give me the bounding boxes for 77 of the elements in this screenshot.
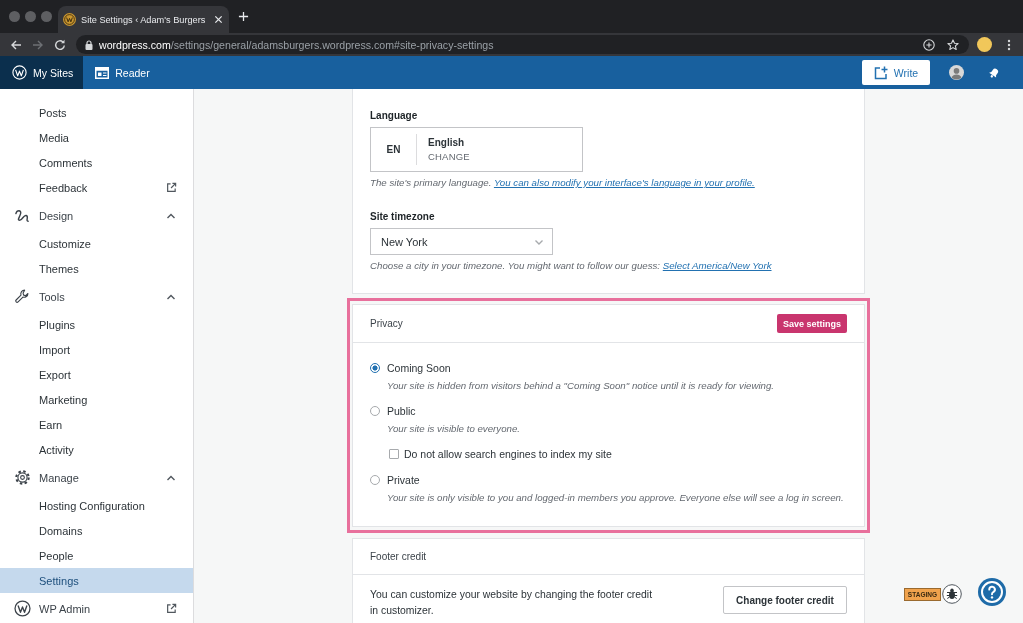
reload-icon[interactable] bbox=[54, 38, 66, 51]
write-button[interactable]: Write bbox=[862, 60, 930, 85]
change-label: CHANGE bbox=[428, 151, 470, 162]
timezone-guess-link[interactable]: Select America/New York bbox=[662, 260, 772, 271]
option-description: Your site is visible to everyone. bbox=[387, 422, 521, 436]
field-label: Site timezone bbox=[370, 210, 436, 224]
checkbox[interactable] bbox=[389, 449, 399, 459]
sidebar-item[interactable]: Plugins bbox=[0, 312, 193, 337]
sidebar-item[interactable]: Settings bbox=[0, 568, 193, 593]
card-title: Footer credit bbox=[370, 551, 427, 562]
language-code: EN bbox=[385, 144, 402, 155]
new-tab-icon[interactable] bbox=[238, 11, 250, 22]
nav-tab[interactable]: Reader bbox=[83, 56, 162, 89]
option-description: Your site is hidden from visitors behind a "Coming Soon" notice until it is ready for viewing. bbox=[387, 379, 776, 393]
help-icon[interactable] bbox=[978, 578, 1006, 606]
forward-icon[interactable] bbox=[32, 38, 44, 51]
option-description: Your site is only visible to you and logged-in members you approve. Everyone else will see a log in screen. bbox=[387, 491, 845, 505]
field-label: Language bbox=[370, 109, 419, 123]
sidebar-item[interactable]: Hosting Configuration bbox=[0, 493, 193, 518]
radio-button[interactable] bbox=[370, 363, 380, 373]
timezone-select[interactable]: New York bbox=[370, 228, 553, 255]
wordpress-logo-icon bbox=[14, 600, 31, 617]
sidebar-section-header[interactable]: Design bbox=[0, 200, 193, 231]
reader-icon bbox=[95, 66, 110, 79]
radio-button[interactable] bbox=[370, 406, 380, 416]
description-text: You can customize your website by changing the footer credit in customizer. bbox=[370, 588, 654, 618]
nav-tab[interactable]: My Sites bbox=[0, 56, 84, 89]
close-icon[interactable] bbox=[214, 15, 224, 24]
sidebar-item[interactable]: Domains bbox=[0, 518, 193, 543]
lock-icon bbox=[85, 39, 93, 50]
user-avatar-icon[interactable] bbox=[949, 65, 964, 80]
sidebar-item[interactable]: Feedback bbox=[0, 175, 193, 200]
zoom-window-icon[interactable] bbox=[41, 11, 52, 22]
sidebar-item[interactable]: Posts bbox=[0, 100, 193, 125]
star-icon[interactable] bbox=[947, 38, 959, 51]
wordpress-logo-icon bbox=[63, 13, 76, 26]
sidebar-item[interactable]: WP Admin bbox=[0, 593, 193, 623]
sidebar-item[interactable]: Activity bbox=[0, 437, 193, 462]
sidebar-section-header[interactable]: Manage bbox=[0, 462, 193, 493]
address-bar[interactable]: wordpress.com/settings/general/adamsburgers.wordpress.com#site-privacy-settings bbox=[76, 35, 969, 54]
sidebar-item[interactable]: Themes bbox=[0, 256, 193, 281]
language-picker[interactable]: EN English CHANGE bbox=[370, 127, 583, 172]
wrench-icon bbox=[14, 288, 31, 305]
sidebar-item[interactable]: Import bbox=[0, 337, 193, 362]
gear-icon bbox=[14, 469, 31, 486]
sidebar-item[interactable]: Marketing bbox=[0, 387, 193, 412]
back-icon[interactable] bbox=[10, 38, 22, 51]
profile-avatar-icon[interactable] bbox=[977, 37, 992, 52]
compose-icon bbox=[873, 65, 888, 80]
bug-icon[interactable] bbox=[942, 584, 962, 604]
option-label: Public bbox=[387, 405, 416, 417]
sidebar-item[interactable]: People bbox=[0, 543, 193, 568]
card-title: Privacy bbox=[370, 318, 403, 329]
sidebar-item[interactable]: Customize bbox=[0, 231, 193, 256]
plus-circle-icon[interactable] bbox=[923, 38, 935, 51]
more-menu-icon[interactable] bbox=[1007, 38, 1011, 51]
close-window-icon[interactable] bbox=[9, 11, 20, 22]
sidebar-item[interactable]: Earn bbox=[0, 412, 193, 437]
checkbox-label: Do not allow search engines to index my site bbox=[404, 448, 612, 460]
help-text: The site's primary language. You can also modify your interface's language in your profile. bbox=[370, 177, 756, 189]
change-footer-credit-button[interactable]: Change footer credit bbox=[723, 586, 847, 614]
option-label: Coming Soon bbox=[387, 362, 451, 374]
wordpress-logo-icon bbox=[12, 65, 27, 80]
url-text: wordpress.com/settings/general/adamsburgers.wordpress.com#site-privacy-settings bbox=[99, 38, 494, 51]
save-settings-button[interactable]: Save settings bbox=[776, 314, 847, 333]
browser-tab[interactable]: Site Settings ‹ Adam's Burgers bbox=[58, 6, 230, 33]
squiggle-icon bbox=[14, 207, 31, 224]
sidebar-section-header[interactable]: Tools bbox=[0, 281, 193, 312]
radio-button[interactable] bbox=[370, 475, 380, 485]
language-name: English bbox=[428, 137, 466, 148]
sidebar-item[interactable]: Media bbox=[0, 125, 193, 150]
option-label: Private bbox=[387, 474, 420, 486]
profile-language-link[interactable]: You can also modify your interface's language in your profile. bbox=[493, 177, 755, 188]
sidebar-item[interactable]: Comments bbox=[0, 150, 193, 175]
help-text: Choose a city in your timezone. You might want to follow our guess: Select America/New York bbox=[370, 260, 773, 272]
sidebar-item[interactable]: Export bbox=[0, 362, 193, 387]
minimize-window-icon[interactable] bbox=[25, 11, 36, 22]
